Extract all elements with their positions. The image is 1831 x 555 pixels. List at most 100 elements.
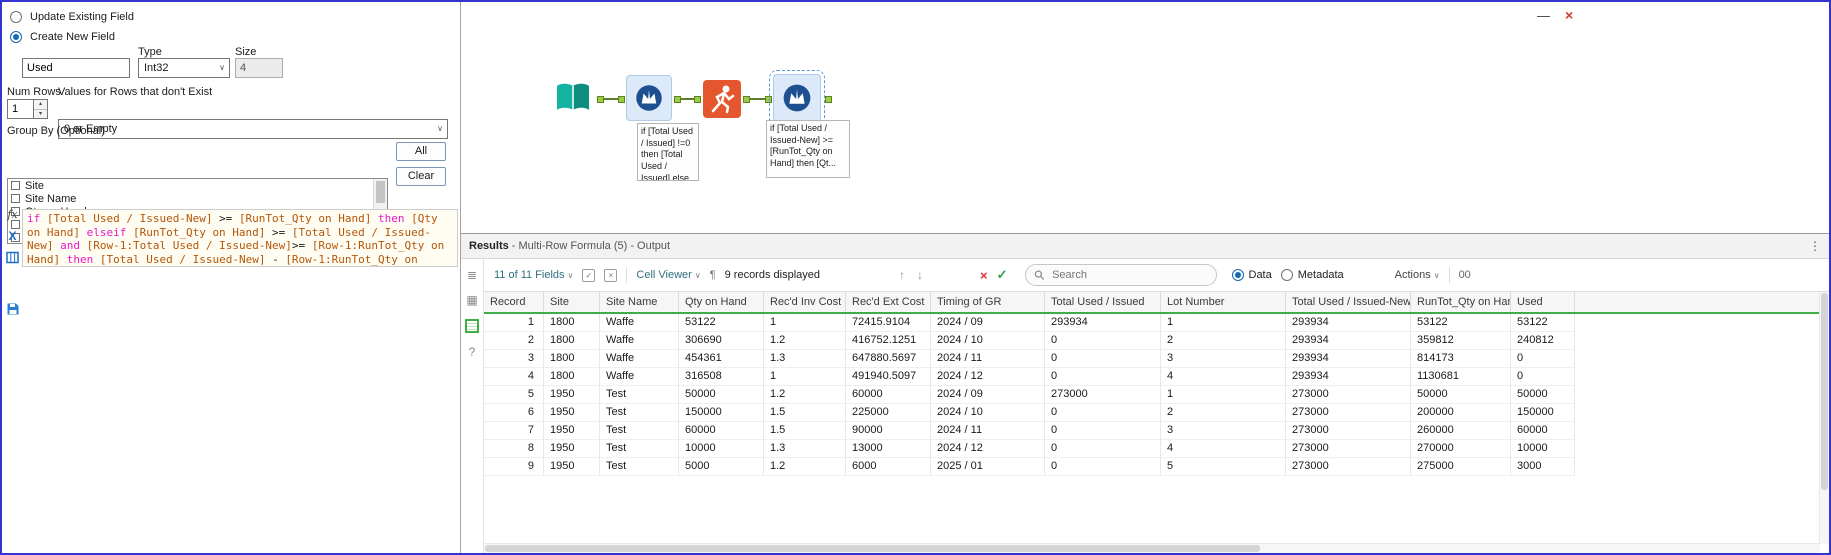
workflow-canvas[interactable]: — × if [Total Used / Issued] !=0 then [T… xyxy=(461,2,1829,233)
help-icon[interactable]: ? xyxy=(469,346,476,358)
deselect-fields-icon[interactable]: × xyxy=(604,268,618,282)
input-anchor-icon[interactable] xyxy=(765,96,772,103)
column-header[interactable]: Rec'd Ext Cost xyxy=(846,292,931,312)
radio-selected-icon[interactable] xyxy=(10,31,22,43)
group-by-item[interactable]: Site xyxy=(8,179,387,192)
functions-icon[interactable]: fx xyxy=(7,208,17,221)
tool-multi-row-formula-2-selected[interactable] xyxy=(769,70,825,126)
values-for-rows-select[interactable]: 0 or Empty ∨ xyxy=(58,119,448,139)
input-anchor-icon[interactable] xyxy=(694,96,701,103)
table-cell: 0 xyxy=(1511,368,1575,386)
type-select[interactable]: Int32 ∨ xyxy=(138,58,230,78)
output-anchor-icon[interactable] xyxy=(597,96,604,103)
column-header[interactable]: Total Used / Issued-New xyxy=(1286,292,1411,312)
close-button[interactable]: × xyxy=(1565,7,1573,23)
spinner-down-icon[interactable]: ▾ xyxy=(34,110,47,119)
scrollbar-thumb[interactable] xyxy=(1821,293,1828,490)
update-existing-field-radio[interactable]: Update Existing Field xyxy=(10,11,134,23)
column-header[interactable]: RunTot_Qty on Hand xyxy=(1411,292,1511,312)
all-button[interactable]: All xyxy=(396,142,446,161)
fields-dropdown[interactable]: 11 of 11 Fields ∨ xyxy=(494,269,573,281)
minimize-button[interactable]: — xyxy=(1537,8,1550,23)
table-cell: 150000 xyxy=(1511,404,1575,422)
table-row[interactable]: 4 1800 Waffe 316508 1 491940.5097 2024 / 12 0 4 2… xyxy=(484,368,1829,386)
column-header[interactable]: Used xyxy=(1511,292,1575,312)
tool-input-data[interactable] xyxy=(551,77,595,121)
column-header[interactable]: Timing of GR xyxy=(931,292,1045,312)
num-rows-spinner[interactable]: ▴ ▾ xyxy=(7,99,48,119)
variables-icon[interactable]: X xyxy=(8,229,16,243)
checkbox-unchecked-icon[interactable] xyxy=(11,181,20,190)
table-cell: 3 xyxy=(1161,422,1286,440)
column-header[interactable]: Lot Number xyxy=(1161,292,1286,312)
connection-wire[interactable] xyxy=(750,98,765,100)
metadata-radio[interactable]: Metadata xyxy=(1280,269,1344,281)
tool-annotation[interactable]: if [Total Used / Issued] !=0 then [Total… xyxy=(637,123,699,181)
spinner-buttons[interactable]: ▴ ▾ xyxy=(34,99,48,119)
scrollbar-thumb[interactable] xyxy=(376,181,385,203)
expression-editor[interactable]: if [Total Used / Issued-New] >= [RunTot_… xyxy=(22,209,458,267)
table-row[interactable]: 6 1950 Test 150000 1.5 225000 2024 / 10 0 2 27300… xyxy=(484,404,1829,422)
column-header[interactable]: Site xyxy=(544,292,600,312)
tool-test-message[interactable] xyxy=(703,80,741,118)
table-row[interactable]: 8 1950 Test 10000 1.3 13000 2024 / 12 0 4 273000 2… xyxy=(484,440,1829,458)
output-anchor-icon[interactable] xyxy=(743,96,750,103)
radio-unselected-icon[interactable] xyxy=(10,11,22,23)
num-rows-input[interactable] xyxy=(7,99,34,119)
kebab-menu-icon[interactable]: ⋮ xyxy=(1809,239,1821,253)
column-header[interactable]: Total Used / Issued xyxy=(1045,292,1161,312)
spinner-up-icon[interactable]: ▴ xyxy=(34,100,47,110)
arrow-down-icon[interactable]: ↓ xyxy=(917,268,923,282)
column-header[interactable]: Qty on Hand xyxy=(679,292,764,312)
vertical-scrollbar[interactable] xyxy=(1819,292,1829,544)
table-row[interactable]: 1 1800 Waffe 53122 1 72415.9104 2024 / 09 29393… xyxy=(484,314,1829,332)
tool-multi-row-formula-1[interactable] xyxy=(626,75,672,121)
output-anchor-icon[interactable] xyxy=(825,96,832,103)
grid-view-icon[interactable]: ▦ xyxy=(466,294,477,306)
table-row[interactable]: 5 1950 Test 50000 1.2 60000 2024 / 09 273000 1 27… xyxy=(484,386,1829,404)
table-row[interactable]: 7 1950 Test 60000 1.5 90000 2024 / 11 0 3 273000 2… xyxy=(484,422,1829,440)
data-radio[interactable]: Data xyxy=(1231,269,1272,281)
group-by-item[interactable]: Site Name xyxy=(8,192,387,205)
chevron-down-icon: ∨ xyxy=(694,271,701,280)
create-new-field-radio[interactable]: Create New Field xyxy=(10,31,115,43)
clear-button[interactable]: Clear xyxy=(396,167,446,186)
chevron-down-icon: ∨ xyxy=(1433,271,1440,280)
table-cell: 53122 xyxy=(1411,314,1511,332)
whitespace-toggle-icon[interactable]: ¶ xyxy=(710,269,716,281)
data-view-icon[interactable] xyxy=(465,319,479,333)
table-row[interactable]: 9 1950 Test 5000 1.2 6000 2025 / 01 0 5 273000 275… xyxy=(484,458,1829,476)
columns-icon[interactable] xyxy=(6,251,19,264)
table-row[interactable]: 2 1800 Waffe 306690 1.2 416752.1251 2024 / 10 0… xyxy=(484,332,1829,350)
table-row[interactable]: 3 1800 Waffe 454361 1.3 647880.5697 2024 / 11 0… xyxy=(484,350,1829,368)
scrollbar-thumb[interactable] xyxy=(485,545,1260,552)
save-expression-icon[interactable] xyxy=(6,302,20,316)
column-header[interactable]: Site Name xyxy=(600,292,679,312)
messages-view-icon[interactable]: ≣ xyxy=(467,269,477,281)
connection-wire[interactable] xyxy=(604,98,618,100)
actions-dropdown[interactable]: Actions ∨ xyxy=(1395,269,1440,281)
output-anchor-icon[interactable] xyxy=(674,96,681,103)
checkbox-unchecked-icon[interactable] xyxy=(11,194,20,203)
radio-unselected-icon[interactable] xyxy=(1280,269,1293,281)
table-cell: 72415.9104 xyxy=(846,314,931,332)
arrow-up-icon[interactable]: ↑ xyxy=(899,268,905,282)
table-cell: 3000 xyxy=(1511,458,1575,476)
connection-wire[interactable] xyxy=(681,98,694,100)
search-box[interactable] xyxy=(1024,264,1217,286)
column-header[interactable]: Rec'd Inv Cost xyxy=(764,292,846,312)
new-field-name-input[interactable] xyxy=(22,58,130,78)
search-input[interactable] xyxy=(1050,268,1208,282)
tool-annotation[interactable]: if [Total Used / Issued-New] >= [RunTot_… xyxy=(766,120,850,178)
select-fields-icon[interactable]: ✓ xyxy=(582,268,596,282)
table-cell: 60000 xyxy=(846,386,931,404)
radio-selected-icon[interactable] xyxy=(1231,269,1244,281)
cancel-icon[interactable]: × xyxy=(980,268,988,283)
column-header[interactable]: Record xyxy=(484,292,544,312)
input-anchor-icon[interactable] xyxy=(618,96,625,103)
cell-viewer-dropdown[interactable]: Cell Viewer ∨ xyxy=(636,269,700,281)
chevron-down-icon: ∨ xyxy=(567,271,574,280)
grid-header: Record Site Site Name Qty on Hand Rec'd Inv … xyxy=(484,292,1829,314)
horizontal-scrollbar[interactable] xyxy=(484,543,1820,553)
apply-icon[interactable]: ✓ xyxy=(997,267,1008,283)
